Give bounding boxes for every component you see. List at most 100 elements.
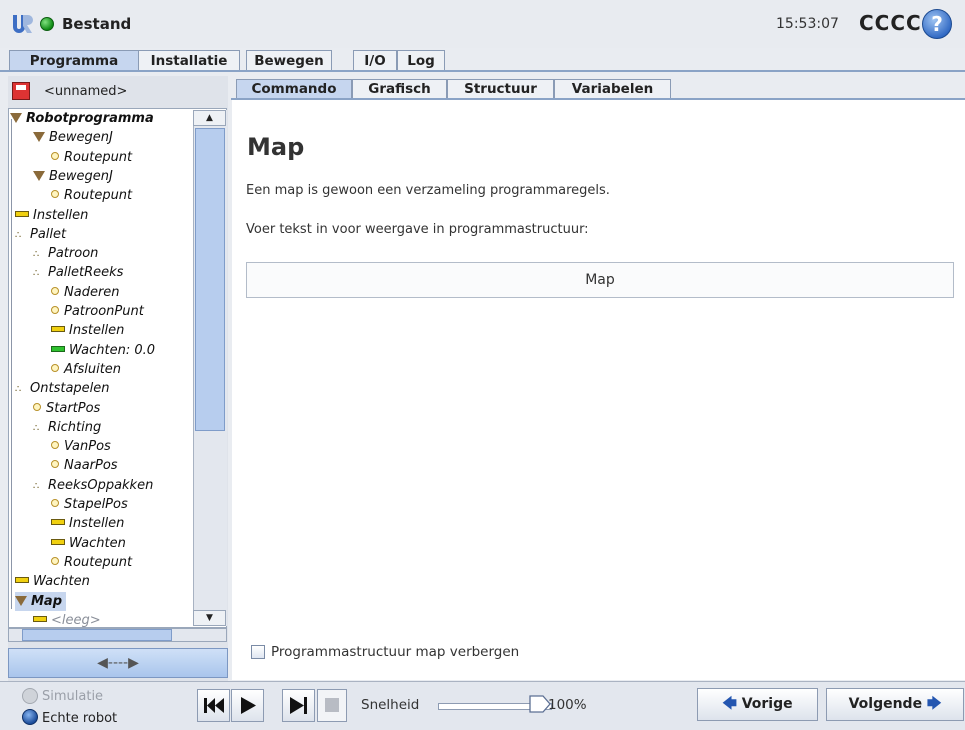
tree-item[interactable]: StapelPos [51,495,128,514]
scroll-down-icon[interactable]: ▼ [193,610,226,626]
tree-item[interactable]: ∴ ReeksOppakken [33,476,153,495]
tree-item-label: Afsluiten [64,361,122,377]
tab-commando[interactable]: Commando [236,79,352,98]
tree-item[interactable]: Map [15,591,67,611]
step-icon [290,697,307,714]
tree-item-label: StartPos [46,400,101,416]
waypoint-icon [51,286,59,295]
tree-item[interactable]: Wachten [51,534,126,553]
pallet-icon: ∴ [33,249,39,261]
tree-item-label: Wachten [33,574,90,590]
set-icon [15,210,29,217]
program-name: <unnamed> [44,84,128,99]
tab-programma[interactable]: Programma [9,50,139,71]
scroll-up-icon[interactable]: ▲ [193,110,226,126]
tree-item[interactable]: ∴ Pallet [15,225,66,244]
tree-item-label: ReeksOppakken [48,477,154,493]
tree-item-label: Patroon [48,246,99,262]
page-title: Map [247,133,305,161]
tree-item-label: Pallet [30,226,67,242]
tab-variabelen[interactable]: Variabelen [554,79,671,98]
tree-item[interactable]: ∴ Ontstapelen [15,379,110,398]
rewind-button[interactable] [197,689,230,722]
tree-item[interactable]: VanPos [51,437,111,456]
tree-scroll-thumb[interactable] [195,128,225,431]
comment-prompt: Voer tekst in voor weergave in programma… [246,222,589,237]
tree-item[interactable]: Routepunt [51,553,132,572]
tree-item-label: BewegenJ [49,168,113,184]
waypoint-icon [51,151,59,160]
tree-item-label: PalletReeks [48,265,124,281]
waypoint-icon [51,441,59,450]
real-robot-label[interactable]: Echte robot [42,711,117,726]
previous-label: Vorige [741,696,793,712]
file-menu-label[interactable]: Bestand [62,15,131,33]
step-button[interactable] [282,689,315,722]
folder-name-input[interactable] [246,262,954,298]
tree-item[interactable]: BewegenJ [33,167,113,186]
tree-item-label: Instellen [69,323,125,339]
tree-item-label: Routepunt [64,554,133,570]
tree-item[interactable]: Instellen [51,321,124,340]
tab-installatie[interactable]: Installatie [138,50,240,70]
clock: 15:53:07 [776,16,839,32]
tree-item[interactable]: Afsluiten [51,360,121,379]
simulation-radio[interactable] [22,688,38,704]
hide-structure-label[interactable]: Programmastructuur map verbergen [271,644,519,660]
tab-io[interactable]: I/O [353,50,397,70]
tab-bewegen[interactable]: Bewegen [246,50,332,70]
triangle-icon [33,132,45,143]
tree-horizontal-scroll-thumb[interactable] [22,629,172,641]
save-icon[interactable] [12,82,30,100]
move-arrows-button[interactable]: ◀----▶ [8,648,228,678]
tree-item-label: Wachten: 0.0 [69,342,156,358]
tree-item-label: <leeg> [51,612,101,628]
real-robot-radio[interactable] [22,709,38,725]
previous-button[interactable]: 🡄 Vorige [697,688,818,721]
tree-item[interactable]: ∴ Patroon [33,244,98,263]
tab-grafisch[interactable]: Grafisch [352,79,447,98]
tree-item-label: Naderen [64,284,120,300]
tree-item-label: Richting [48,419,102,435]
tree-item-label: Wachten [69,535,126,551]
tree-item[interactable]: Instellen [51,514,124,533]
tree-item[interactable]: StartPos [33,399,100,418]
tree-item[interactable]: BewegenJ [33,128,113,147]
play-button[interactable] [231,689,264,722]
tree-item-label: Map [31,593,63,609]
waypoint-icon [51,190,59,199]
robot-status-icon [40,17,54,31]
tree-item[interactable]: Routepunt [51,148,132,167]
tree-item-label: NaarPos [64,458,118,474]
tab-structuur[interactable]: Structuur [447,79,554,98]
set-icon [51,326,65,333]
tree-item-label: Instellen [69,516,125,532]
tree-item[interactable]: Routepunt [51,186,132,205]
tree-item[interactable]: Wachten: 0.0 [51,341,155,360]
tree-item-label: Ontstapelen [30,381,110,397]
tree-item[interactable]: NaarPos [51,456,118,475]
simulation-label[interactable]: Simulatie [42,689,103,704]
waypoint-icon [51,556,59,565]
tree-item[interactable]: Robotprogramma [10,109,154,128]
waypoint-icon [51,306,59,314]
rewind-icon [204,698,224,713]
tree-item[interactable]: Wachten [15,572,90,591]
wait-icon [51,345,65,352]
next-label: Volgende [848,696,923,712]
arrow-right-icon: 🡆 [926,696,942,712]
arrow-left-icon: 🡄 [722,696,737,712]
help-icon[interactable]: ? [922,9,952,39]
hide-structure-checkbox[interactable] [251,645,265,659]
triangle-icon [33,170,45,181]
stop-button[interactable] [317,689,347,722]
tree-item[interactable]: <leeg> [33,611,101,628]
tab-log[interactable]: Log [397,50,445,70]
tree-item[interactable]: ∴ Richting [33,418,101,437]
speed-label: Snelheid [361,697,420,713]
next-button[interactable]: Volgende 🡆 [826,688,964,721]
tree-item[interactable]: PatroonPunt [51,302,144,321]
tree-item[interactable]: Instellen [15,206,88,225]
tree-item[interactable]: Naderen [51,283,120,302]
tree-item[interactable]: ∴ PalletReeks [33,263,123,282]
